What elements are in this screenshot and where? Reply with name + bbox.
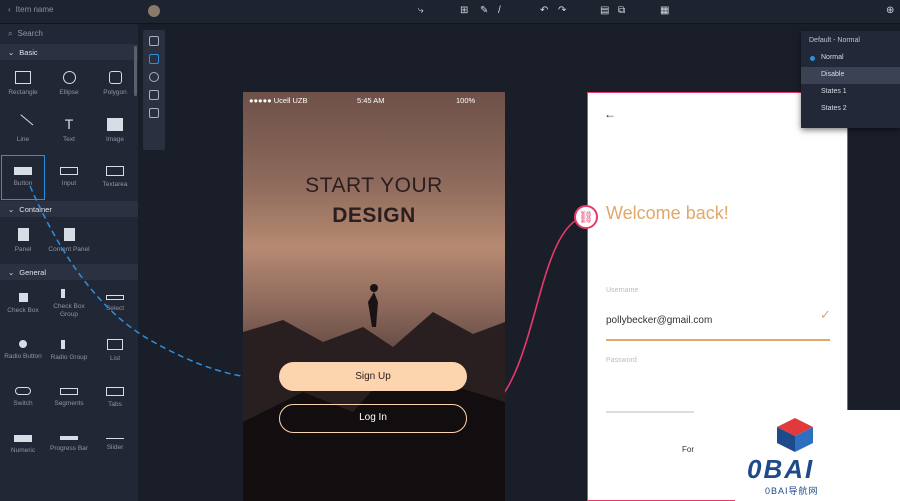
log-in-button[interactable]: Log In — [279, 404, 467, 433]
drag-path — [29, 185, 271, 379]
username-underline — [606, 339, 830, 341]
logo-text: 0BAI — [747, 454, 815, 484]
sign-up-button[interactable]: Sign Up — [279, 362, 467, 391]
forgot-link-partial[interactable]: For — [682, 445, 694, 454]
password-label: Password — [606, 357, 637, 364]
states-header: Default - Normal — [809, 37, 860, 44]
username-field[interactable]: pollybecker@gmail.com — [606, 315, 712, 326]
watermark-logo: 0BAI 0BAI导航网 — [735, 410, 900, 501]
welcome-title: Welcome back! — [606, 203, 729, 223]
state-normal[interactable]: Normal — [801, 50, 900, 67]
state-states-2[interactable]: States 2 — [801, 101, 900, 118]
cube-logo-icon — [777, 418, 813, 452]
state-states-1[interactable]: States 1 — [801, 84, 900, 101]
password-field[interactable] — [606, 411, 694, 413]
signal-icon: ●●●●● — [249, 96, 274, 105]
headline-line-1: START YOUR — [305, 174, 443, 197]
state-disable[interactable]: Disable — [801, 67, 900, 84]
phone-artboard[interactable]: ●●●●● Ucell UZB 5:45 AM 100% START YOUR DE… — [243, 92, 505, 501]
logo-subtext: 0BAI导航网 — [765, 486, 819, 496]
link-icon[interactable]: ⛓ — [574, 205, 598, 229]
states-dropdown[interactable]: Default - Normal Normal Disable States 1… — [801, 31, 900, 128]
selected-dot-icon — [810, 56, 815, 61]
username-label: Username — [606, 287, 639, 294]
check-icon: ✓ — [820, 307, 831, 322]
status-bar: ●●●●● Ucell UZB 5:45 AM 100% — [249, 96, 476, 105]
back-arrow-icon[interactable]: ← — [604, 107, 616, 121]
headline-line-2: DESIGN — [332, 204, 416, 227]
app-window: ‹ Item name ⤷ ⊞ ✎ / ↶ ↷ ▤ ⧉ ▦ ⊕ ⌕ Search ⌄… — [0, 0, 900, 501]
